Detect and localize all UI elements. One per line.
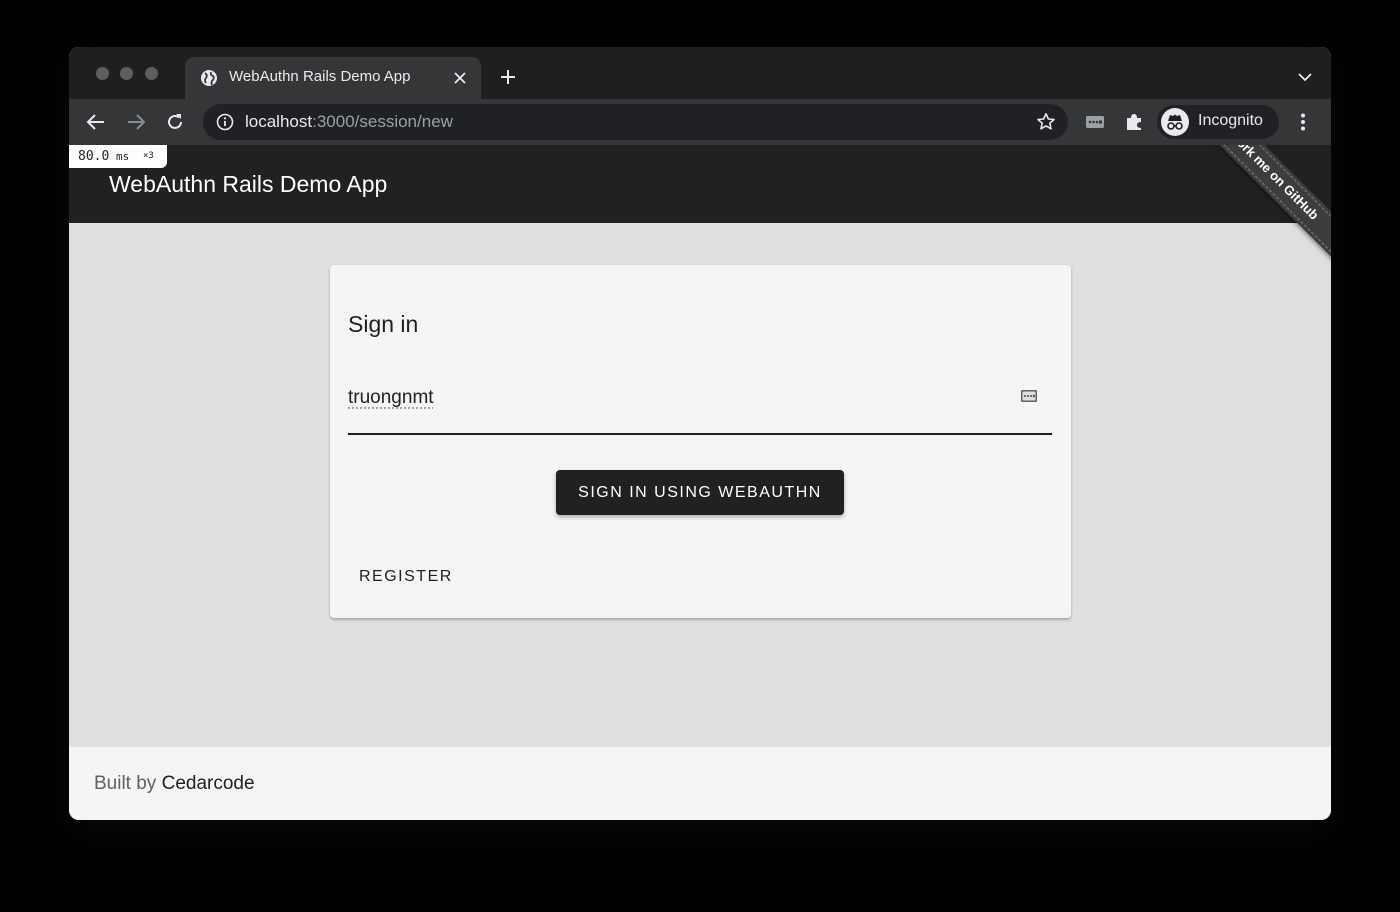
password-key-button[interactable] (1083, 110, 1107, 134)
browser-window: WebAuthn Rails Demo App localhost:3000/s… (69, 47, 1331, 820)
back-button[interactable] (84, 110, 108, 134)
browser-menu-button[interactable] (1291, 110, 1315, 134)
signin-heading: Sign in (348, 311, 419, 337)
url-text[interactable]: localhost:3000/session/new (245, 112, 453, 132)
timing-multiplier: ×3 (143, 151, 154, 161)
footer-text: Built by Cedarcode (94, 773, 255, 795)
footer-prefix: Built by (94, 773, 162, 794)
more-vertical-icon (1301, 113, 1305, 131)
signin-webauthn-button[interactable]: SIGN IN USING WEBAUTHN (556, 470, 844, 515)
address-bar[interactable]: localhost:3000/session/new (203, 104, 1068, 140)
close-icon (454, 72, 466, 84)
app-title[interactable]: WebAuthn Rails Demo App (109, 171, 387, 198)
app-bar: WebAuthn Rails Demo App (69, 145, 1331, 223)
reload-icon (168, 114, 182, 129)
incognito-icon (1161, 108, 1189, 136)
timing-unit: ms (116, 150, 130, 163)
url-path: :3000/session/new (312, 112, 453, 131)
forward-button[interactable] (124, 110, 148, 134)
close-window-button[interactable] (96, 67, 109, 80)
arrow-left-icon (86, 114, 104, 130)
incognito-label: Incognito (1198, 112, 1263, 129)
zoom-window-button[interactable] (145, 67, 158, 80)
globe-icon (201, 70, 217, 86)
plus-icon (501, 70, 515, 84)
arrow-right-icon (128, 114, 146, 130)
browser-toolbar: localhost:3000/session/new Incognito (69, 99, 1331, 145)
cedarcode-link[interactable]: Cedarcode (162, 773, 255, 794)
new-tab-button[interactable] (496, 65, 520, 89)
info-icon[interactable] (216, 113, 234, 131)
active-tab[interactable]: WebAuthn Rails Demo App (185, 57, 481, 99)
incognito-profile-button[interactable]: Incognito (1157, 105, 1279, 139)
minimize-window-button[interactable] (120, 67, 133, 80)
close-tab-button[interactable] (449, 67, 471, 89)
tab-strip: WebAuthn Rails Demo App (69, 47, 1331, 99)
tab-title: WebAuthn Rails Demo App (229, 68, 411, 85)
timing-value: 80.0 (78, 149, 110, 164)
username-input[interactable] (348, 383, 988, 413)
username-field[interactable] (348, 373, 1052, 435)
star-icon[interactable] (1036, 112, 1056, 132)
url-host: localhost (245, 112, 313, 131)
page-viewport: 80.0 ms ×3 WebAuthn Rails Demo App Fork … (69, 145, 1331, 820)
password-manager-icon[interactable] (1020, 388, 1038, 404)
password-key-icon (1086, 116, 1104, 128)
footer: Built by Cedarcode (69, 747, 1331, 820)
register-button[interactable]: REGISTER (350, 560, 462, 594)
signin-card: Sign in SIGN IN USING WEBAUTHN REGISTER (330, 265, 1071, 618)
reload-button[interactable] (163, 110, 187, 134)
timing-badge: 80.0 ms ×3 (69, 145, 167, 168)
tab-search-chevron-icon[interactable] (1297, 69, 1313, 85)
puzzle-icon (1127, 114, 1141, 130)
extensions-button[interactable] (1122, 110, 1146, 134)
